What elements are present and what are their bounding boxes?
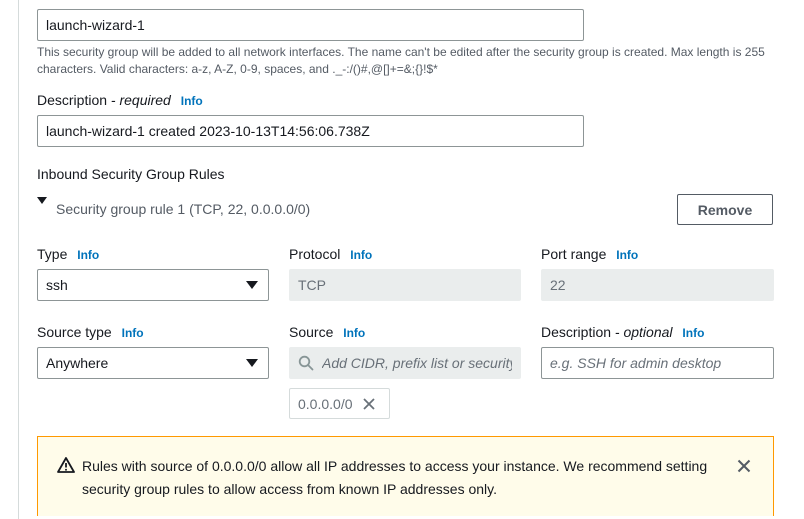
warning-alert: Rules with source of 0.0.0.0/0 allow all…	[37, 436, 774, 516]
source-type-value: Anywhere	[46, 355, 109, 371]
protocol-value: TCP	[298, 277, 326, 293]
inbound-rules-heading: Inbound Security Group Rules	[37, 166, 225, 182]
type-label-text: Type	[37, 246, 68, 262]
port-range-info-link[interactable]: Info	[616, 248, 638, 262]
source-label-text: Source	[289, 324, 334, 340]
source-type-info-link[interactable]: Info	[122, 326, 144, 340]
type-select[interactable]: ssh	[37, 269, 269, 301]
description-label-text: Description	[37, 92, 108, 108]
source-info-link[interactable]: Info	[343, 326, 365, 340]
source-type-dropdown-icon	[246, 359, 258, 367]
remove-button[interactable]: Remove	[677, 194, 773, 225]
source-input[interactable]: Add CIDR, prefix list or security	[289, 347, 521, 379]
security-group-name-value: launch-wizard-1	[46, 17, 145, 33]
security-group-name-input[interactable]: launch-wizard-1	[37, 9, 584, 41]
rule-title[interactable]: Security group rule 1 (TCP, 22, 0.0.0.0/…	[56, 201, 310, 217]
source-type-select[interactable]: Anywhere	[37, 347, 269, 379]
rule-description-input[interactable]: e.g. SSH for admin desktop	[541, 347, 774, 379]
rule-description-info-link[interactable]: Info	[682, 326, 704, 340]
port-range-field: 22	[541, 269, 774, 301]
type-dropdown-icon	[246, 281, 258, 289]
source-label: Source Info	[289, 324, 365, 340]
source-placeholder: Add CIDR, prefix list or security	[322, 355, 512, 371]
protocol-label: Protocol Info	[289, 246, 372, 262]
expand-caret-icon[interactable]	[37, 197, 47, 204]
description-value: launch-wizard-1 created 2023-10-13T14:56…	[46, 123, 370, 139]
description-required: - required	[110, 92, 171, 108]
warning-text: Rules with source of 0.0.0.0/0 allow all…	[82, 458, 708, 497]
source-token-value: 0.0.0.0/0	[298, 395, 353, 412]
source-token: 0.0.0.0/0	[289, 388, 390, 419]
rule-description-placeholder: e.g. SSH for admin desktop	[550, 355, 722, 371]
protocol-label-text: Protocol	[289, 246, 341, 262]
search-icon	[298, 355, 314, 371]
source-type-label: Source type Info	[37, 324, 144, 340]
rule-description-label-text: Description	[541, 324, 612, 340]
type-info-link[interactable]: Info	[77, 248, 99, 262]
type-value: ssh	[46, 277, 68, 293]
warning-icon	[57, 457, 75, 473]
description-input[interactable]: launch-wizard-1 created 2023-10-13T14:56…	[37, 115, 584, 147]
remove-token-icon[interactable]	[362, 397, 376, 411]
rule-description-label: Description - optional Info	[541, 324, 704, 340]
rule-description-optional: - optional	[614, 324, 673, 340]
type-label: Type Info	[37, 246, 99, 262]
port-range-label: Port range Info	[541, 246, 638, 262]
port-range-value: 22	[550, 277, 566, 293]
close-icon[interactable]	[737, 459, 751, 473]
protocol-field: TCP	[289, 269, 521, 301]
description-label: Description - required Info	[37, 92, 203, 108]
source-type-label-text: Source type	[37, 324, 112, 340]
security-group-name-hint: This security group will be added to all…	[37, 45, 765, 76]
protocol-info-link[interactable]: Info	[350, 248, 372, 262]
description-info-link[interactable]: Info	[181, 94, 203, 108]
port-range-label-text: Port range	[541, 246, 607, 262]
